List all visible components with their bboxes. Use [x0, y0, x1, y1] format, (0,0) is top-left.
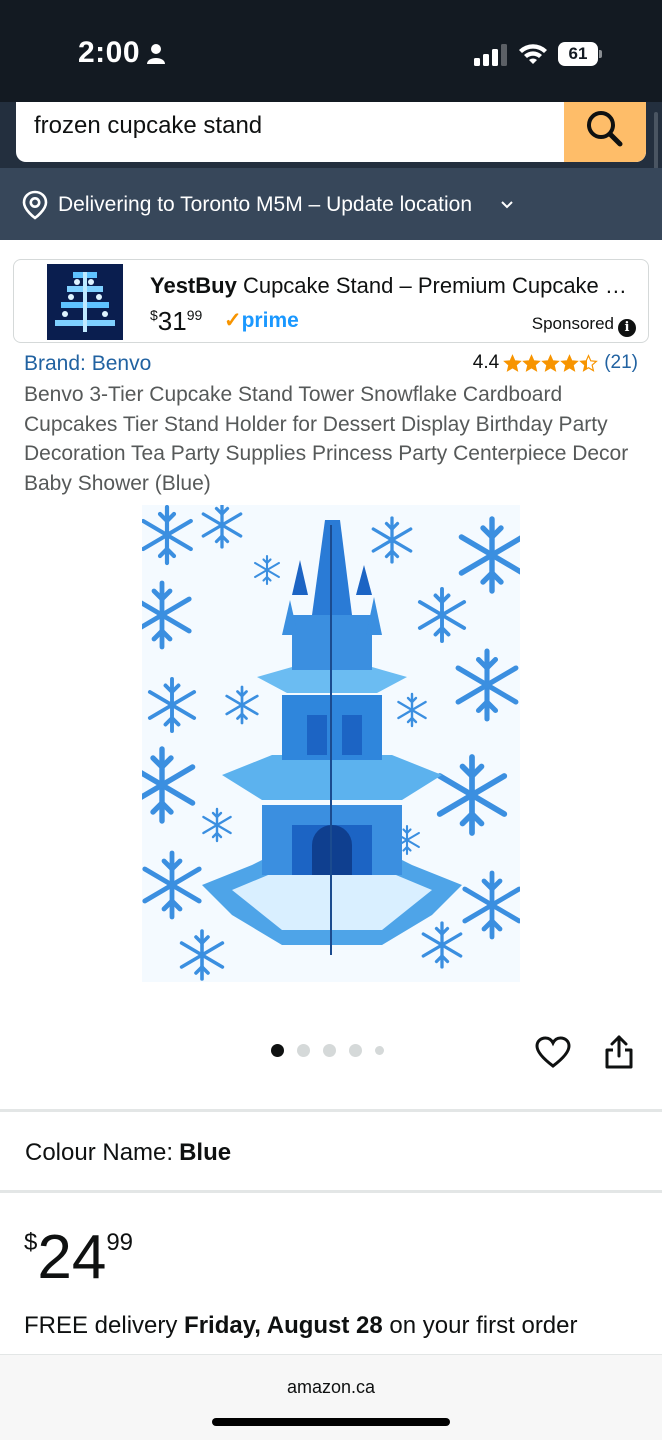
colour-selector[interactable]: Colour Name: Blue [25, 1139, 231, 1167]
carousel-dot[interactable] [349, 1044, 362, 1057]
product-title: Benvo 3-Tier Cupcake Stand Tower Snowfla… [24, 383, 629, 495]
ad-title[interactable]: YestBuy Cupcake Stand – Premium Cupcake … [150, 273, 630, 299]
image-carousel-dots[interactable] [271, 1044, 397, 1057]
delivery-suffix: on your first order [382, 1312, 578, 1339]
star-icon [503, 353, 523, 372]
delivery-info: FREE delivery Friday, August 28 on your … [24, 1312, 578, 1340]
sponsored-text: Sponsored [531, 314, 614, 333]
search-input[interactable]: frozen cupcake stand [34, 112, 262, 140]
ad-price: $3199 [150, 306, 202, 337]
price-whole: 24 [37, 1223, 107, 1292]
search-icon [587, 111, 623, 147]
battery-icon: 61 [558, 42, 602, 66]
carousel-dot[interactable] [297, 1044, 310, 1057]
status-time: 2:00 [78, 36, 141, 69]
info-icon[interactable]: i [618, 319, 636, 337]
search-button[interactable] [564, 102, 646, 162]
delivery-prefix: FREE delivery [24, 1312, 185, 1339]
ad-price-symbol: $ [150, 307, 158, 323]
carousel-dot[interactable] [323, 1044, 336, 1057]
home-indicator[interactable] [212, 1418, 450, 1426]
search-bar[interactable]: frozen cupcake stand [16, 102, 646, 162]
battery-level: 61 [558, 42, 598, 66]
prime-label: prime [241, 309, 299, 332]
star-icon [579, 353, 599, 372]
product-price: $2499 [24, 1222, 133, 1293]
carousel-dot[interactable] [271, 1044, 284, 1057]
divider [0, 1109, 662, 1112]
domain-label[interactable]: amazon.ca [0, 1377, 662, 1398]
ad-product-image[interactable] [47, 264, 123, 340]
battery-tip [599, 50, 602, 58]
ad-price-fraction: 99 [186, 307, 203, 323]
star-icon [560, 353, 580, 372]
ad-title-text: Cupcake Stand – Premium Cupcake Stand [236, 273, 630, 298]
brand-link[interactable]: Brand: Benvo [24, 352, 151, 376]
ad-price-whole: 31 [157, 306, 187, 336]
carousel-dot[interactable] [375, 1046, 384, 1055]
status-bar: 2:00 61 [0, 0, 662, 102]
product-image[interactable] [142, 505, 520, 982]
price-symbol: $ [24, 1229, 38, 1256]
cupcake-tower-thumbnail [47, 264, 123, 340]
price-fraction: 99 [106, 1229, 134, 1256]
rating[interactable]: 4.4 (21) [473, 352, 638, 374]
person-icon [147, 44, 165, 64]
search-header: frozen cupcake stand [0, 102, 662, 168]
signal-icon [474, 44, 507, 66]
share-icon[interactable] [604, 1034, 634, 1070]
star-rating-icon [503, 353, 599, 373]
wifi-icon [519, 44, 547, 64]
location-bar[interactable]: Delivering to Toronto M5M – Update locat… [0, 168, 662, 240]
ad-brand: YestBuy [150, 273, 237, 298]
chevron-down-icon [501, 201, 513, 209]
castle-cupcake-stand-illustration [142, 505, 520, 982]
location-text: Delivering to Toronto M5M – Update locat… [58, 193, 473, 216]
heart-icon[interactable] [535, 1035, 571, 1071]
sponsored-ad-card[interactable]: YestBuy Cupcake Stand – Premium Cupcake … [13, 259, 649, 343]
delivery-date: Friday, August 28 [184, 1312, 383, 1339]
prime-check-icon: ✓ [224, 309, 242, 332]
rating-count[interactable]: (21) [604, 352, 638, 374]
rating-value: 4.4 [472, 352, 500, 373]
location-pin-icon [22, 190, 48, 220]
colour-value: Blue [179, 1139, 232, 1166]
browser-bottom-bar: amazon.ca [0, 1354, 662, 1440]
sponsored-label[interactable]: Sponsored i [532, 314, 636, 337]
divider [0, 1190, 662, 1193]
star-icon [541, 353, 561, 372]
prime-badge: ✓prime [224, 308, 299, 333]
star-icon [522, 353, 542, 372]
colour-label: Colour Name: [25, 1139, 174, 1166]
